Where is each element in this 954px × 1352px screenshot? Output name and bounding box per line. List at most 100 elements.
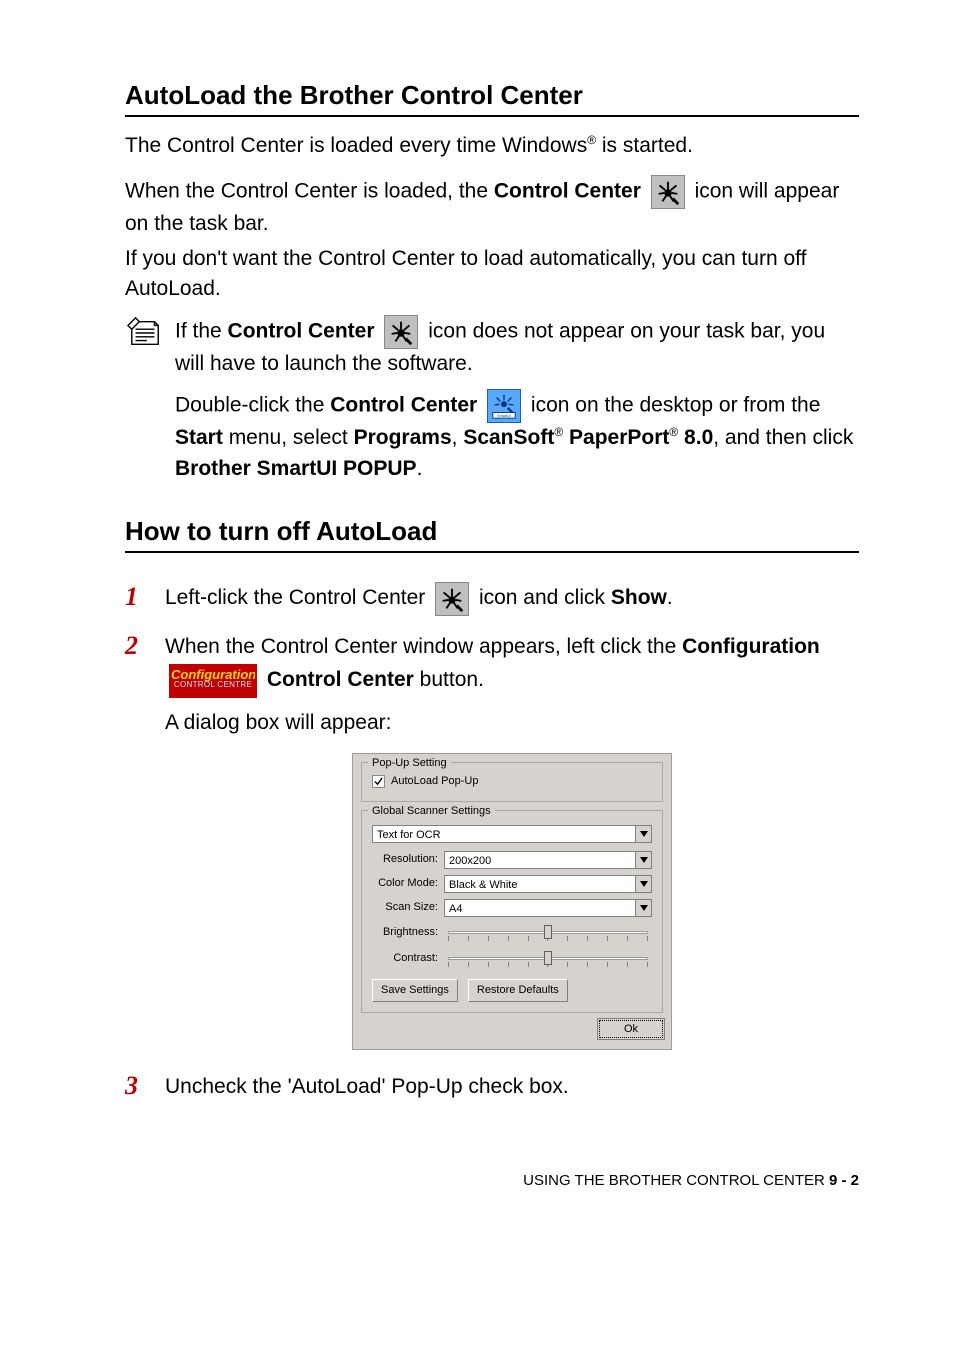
text-bold: ScanSoft (463, 426, 554, 449)
step-2: 2 When the Control Center window appears… (125, 630, 859, 1050)
text: , and then click (713, 426, 853, 449)
colormode-combo[interactable]: Black & White (444, 875, 652, 893)
text: When the Control Center window appears, … (165, 635, 682, 658)
control-center-icon (651, 175, 685, 209)
colormode-row: Color Mode: Black & White (372, 875, 652, 893)
brightness-label: Brightness: (372, 924, 438, 942)
ok-button[interactable]: Ok (599, 1020, 663, 1038)
heading-howto: How to turn off AutoLoad (125, 516, 859, 553)
note-icon (125, 315, 165, 351)
step-1: 1 Left-click the Control Center icon and… (125, 581, 859, 623)
autoload-checkbox-row[interactable]: AutoLoad Pop-Up (372, 773, 652, 791)
chevron-down-icon[interactable] (635, 826, 651, 842)
scansize-row: Scan Size: A4 (372, 899, 652, 917)
note-line-1: If the Control Center icon does not appe… (175, 315, 859, 379)
restore-defaults-button[interactable]: Restore Defaults (468, 979, 568, 1003)
text-bold: Configuration (682, 635, 820, 658)
paragraph-1: The Control Center is loaded every time … (125, 131, 859, 161)
svg-text:SmartUI: SmartUI (497, 414, 511, 418)
footer-page: 9 - 2 (829, 1172, 859, 1189)
text: button. (414, 668, 484, 691)
global-scanner-group: Global Scanner Settings Text for OCR Res… (361, 810, 663, 1014)
step-body: When the Control Center window appears, … (165, 630, 859, 1050)
text: icon on the desktop or from the (531, 394, 821, 417)
steps-list: 1 Left-click the Control Center icon and… (125, 581, 859, 1111)
brightness-row: Brightness: (372, 923, 652, 943)
checkbox-label: AutoLoad Pop-Up (391, 773, 478, 791)
note-block: If the Control Center icon does not appe… (125, 315, 859, 494)
step-number: 3 (125, 1070, 149, 1112)
text-bold: Control Center (267, 668, 414, 691)
control-center-desktop-icon: SmartUI (487, 389, 521, 423)
paragraph-3: If you don't want the Control Center to … (125, 244, 859, 305)
page-footer: USING THE BROTHER CONTROL CENTER 9 - 2 (125, 1172, 859, 1189)
contrast-row: Contrast: (372, 949, 652, 969)
heading-autoload: AutoLoad the Brother Control Center (125, 80, 859, 117)
colormode-label: Color Mode: (372, 875, 438, 893)
step-3: 3 Uncheck the 'AutoLoad' Pop-Up check bo… (125, 1070, 859, 1112)
step-number: 1 (125, 581, 149, 623)
text: When the Control Center is loaded, the (125, 180, 494, 203)
text: A dialog box will appear: (165, 706, 859, 740)
button-row: Save Settings Restore Defaults (372, 979, 652, 1003)
text: . (417, 457, 423, 480)
control-center-icon (435, 582, 469, 616)
text-bold: PaperPort (563, 426, 669, 449)
ok-row: Ok (361, 1021, 663, 1039)
step-body: Uncheck the 'AutoLoad' Pop-Up check box. (165, 1070, 859, 1112)
text-bold: 8.0 (678, 426, 713, 449)
registered-mark: ® (587, 133, 596, 147)
text-bold: Programs (354, 426, 452, 449)
note-line-2: Double-click the Control Center SmartUI … (175, 389, 859, 484)
footer-text: USING THE BROTHER CONTROL CENTER (523, 1172, 829, 1189)
combo-value: Black & White (445, 876, 635, 892)
paragraph-2: When the Control Center is loaded, the C… (125, 175, 859, 239)
group-legend: Pop-Up Setting (368, 755, 451, 773)
scansize-combo[interactable]: A4 (444, 899, 652, 917)
configuration-button-icon: Configuration CONTROL CENTRE (169, 664, 257, 698)
preset-combo[interactable]: Text for OCR (372, 825, 652, 843)
badge-top: Configuration (171, 666, 255, 681)
text-bold: Start (175, 426, 223, 449)
text: icon and click (479, 586, 611, 609)
text: . (667, 586, 673, 609)
text: Double-click the (175, 394, 330, 417)
text-bold: Control Center (330, 394, 477, 417)
step-body: Left-click the Control Center icon and c… (165, 581, 859, 623)
text: Uncheck the 'AutoLoad' Pop-Up check box. (165, 1070, 859, 1104)
combo-value: Text for OCR (373, 826, 635, 842)
text: If the (175, 319, 228, 342)
text-bold: Show (611, 586, 667, 609)
text: The Control Center is loaded every time … (125, 134, 587, 157)
contrast-label: Contrast: (372, 950, 438, 968)
brightness-slider[interactable] (444, 923, 652, 943)
text-bold: Brother SmartUI POPUP (175, 457, 417, 480)
checkbox-checked-icon[interactable] (372, 775, 385, 788)
resolution-combo[interactable]: 200x200 (444, 851, 652, 869)
contrast-slider[interactable] (444, 949, 652, 969)
popup-setting-group: Pop-Up Setting AutoLoad Pop-Up (361, 762, 663, 802)
badge-bottom: CONTROL CENTRE (171, 681, 255, 689)
settings-dialog: Pop-Up Setting AutoLoad Pop-Up Global Sc… (352, 753, 672, 1050)
text: is started. (596, 134, 693, 157)
save-settings-button[interactable]: Save Settings (372, 979, 458, 1003)
scansize-label: Scan Size: (372, 899, 438, 917)
combo-value: A4 (445, 900, 635, 916)
registered-mark: ® (669, 425, 678, 439)
registered-mark: ® (554, 425, 563, 439)
resolution-label: Resolution: (372, 851, 438, 869)
note-body: If the Control Center icon does not appe… (175, 315, 859, 494)
chevron-down-icon[interactable] (635, 876, 651, 892)
text: menu, select (223, 426, 354, 449)
text: Left-click the Control Center (165, 586, 431, 609)
text-bold: Control Center (228, 319, 375, 342)
resolution-row: Resolution: 200x200 (372, 851, 652, 869)
group-legend: Global Scanner Settings (368, 803, 495, 821)
text-bold: Control Center (494, 180, 641, 203)
chevron-down-icon[interactable] (635, 852, 651, 868)
step-number: 2 (125, 630, 149, 1050)
text: , (452, 426, 464, 449)
chevron-down-icon[interactable] (635, 900, 651, 916)
combo-value: 200x200 (445, 852, 635, 868)
control-center-icon (384, 315, 418, 349)
